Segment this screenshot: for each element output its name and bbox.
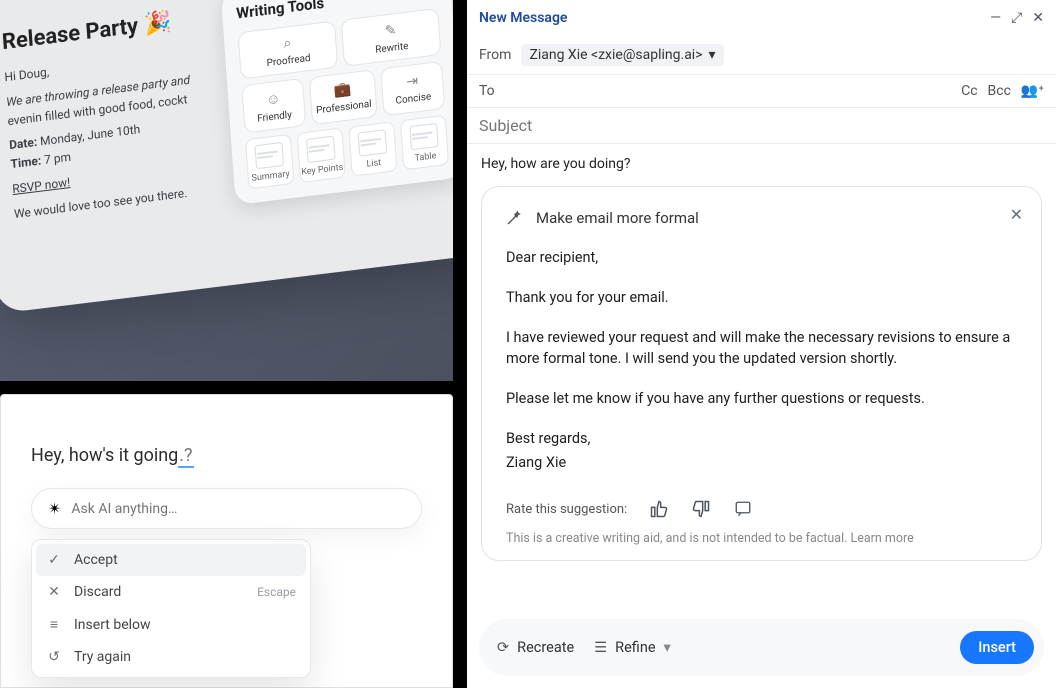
filter-icon: ☰ [594, 639, 607, 656]
bcc-button[interactable]: Bcc [988, 83, 1011, 99]
compose-bottom-bar: ⟳Recreate ☰Refine ▾ Insert [479, 619, 1044, 676]
document-surface: Aa ☱ ▦ 📎 ⇪ ⊙ ⌫ ✎ Release Party 🎉 Hi Doug… [0, 0, 453, 314]
suggestion-hint[interactable]: .? [178, 445, 193, 468]
check-icon: ✓ [46, 552, 62, 568]
to-label: To [479, 83, 495, 99]
minimize-icon[interactable]: — [990, 10, 1001, 26]
template-keypoints[interactable]: Key Points [297, 127, 346, 183]
insert-below-item[interactable]: ≡Insert below [36, 608, 306, 641]
writing-tools-card: Writing Tools ⌕Proofread ✎Rewrite ☺Frien… [221, 0, 453, 205]
suggestion-close-icon[interactable]: ✕ [1010, 205, 1023, 224]
recreate-button[interactable]: ⟳Recreate [497, 639, 574, 656]
proofread-button[interactable]: ⌕Proofread [238, 21, 339, 80]
compose-header: New Message — ⤢ ✕ [467, 0, 1056, 36]
smile-icon: ☺ [247, 87, 300, 110]
subject-row[interactable] [467, 107, 1056, 143]
insert-below-icon: ≡ [46, 616, 62, 633]
search-icon: ⌕ [243, 30, 331, 57]
rate-row: Rate this suggestion: [506, 499, 1017, 519]
body-text[interactable]: Hey, how are you doing? [481, 156, 1042, 172]
professional-button[interactable]: 💼Professional [309, 69, 378, 125]
wand-icon: ✎ [346, 18, 434, 45]
briefcase-icon: 💼 [314, 79, 371, 102]
refresh-icon: ⟳ [497, 639, 509, 656]
to-row[interactable]: To Cc Bcc 👥⁺ [467, 74, 1056, 107]
compress-icon: ⇥ [386, 70, 439, 92]
try-again-item[interactable]: ↺Try again [36, 641, 306, 673]
ask-ai-input[interactable] [71, 501, 405, 517]
expand-icon[interactable]: ⤢ [1011, 10, 1022, 26]
accept-item[interactable]: ✓Accept [36, 544, 306, 576]
concise-button[interactable]: ⇥Concise [380, 61, 445, 117]
subject-input[interactable] [479, 116, 1044, 135]
sample-text: Hey, how's it going.? [31, 445, 422, 466]
font-icon[interactable]: Aa [126, 0, 149, 3]
close-icon[interactable]: ✕ [1032, 10, 1044, 26]
suggestion-disclaimer: This is a creative writing aid, and is n… [506, 531, 1017, 546]
contacts-icon[interactable]: 👥⁺ [1021, 83, 1044, 99]
friendly-button[interactable]: ☺Friendly [241, 78, 306, 134]
flag-icon[interactable] [733, 500, 753, 518]
insert-button[interactable]: Insert [960, 631, 1034, 664]
from-row: From Ziang Xie <zxie@sapling.ai> ▾ [467, 36, 1056, 74]
thumbs-up-icon[interactable] [649, 499, 669, 519]
from-chip[interactable]: Ziang Xie <zxie@sapling.ai> ▾ [521, 44, 723, 66]
x-icon: ✕ [46, 584, 62, 600]
ask-ai-input-box[interactable]: ✴︎ [31, 488, 422, 529]
thumbs-down-icon[interactable] [691, 499, 711, 519]
cc-button[interactable]: Cc [961, 83, 977, 99]
rewrite-button[interactable]: ✎Rewrite [341, 8, 442, 67]
template-summary[interactable]: Summary [245, 134, 294, 190]
template-list[interactable]: List [348, 121, 397, 177]
suggestion-title: Make email more formal [536, 209, 699, 227]
template-table[interactable]: Table [400, 115, 449, 171]
magic-wand-icon [506, 210, 522, 226]
party-emoji-icon: 🎉 [143, 10, 172, 38]
chevron-down-icon: ▾ [709, 47, 716, 63]
retry-icon: ↺ [46, 649, 62, 665]
rate-label: Rate this suggestion: [506, 502, 627, 517]
ai-action-menu: ✓Accept ✕Discard Escape ≡Insert below ↺T… [31, 539, 311, 678]
from-label: From [479, 47, 511, 63]
compose-body[interactable]: Hey, how are you doing? Make email more … [467, 143, 1056, 609]
suggestion-body: Dear recipient, Thank you for your email… [506, 247, 1017, 473]
left-document-panel: Aa ☱ ▦ 📎 ⇪ ⊙ ⌫ ✎ Release Party 🎉 Hi Doug… [0, 0, 453, 381]
discard-item[interactable]: ✕Discard Escape [36, 576, 306, 608]
ask-ai-panel: Hey, how's it going.? ✴︎ ✓Accept ✕Discar… [0, 394, 453, 688]
refine-button[interactable]: ☰Refine ▾ [594, 639, 671, 656]
sparkle-icon: ✴︎ [48, 499, 61, 518]
discard-shortcut: Escape [257, 585, 296, 599]
chevron-down-icon: ▾ [664, 639, 671, 656]
compose-window: New Message — ⤢ ✕ From Ziang Xie <zxie@s… [467, 0, 1056, 688]
suggestion-card: Make email more formal ✕ Dear recipient,… [481, 186, 1042, 561]
compose-title: New Message [479, 10, 567, 26]
